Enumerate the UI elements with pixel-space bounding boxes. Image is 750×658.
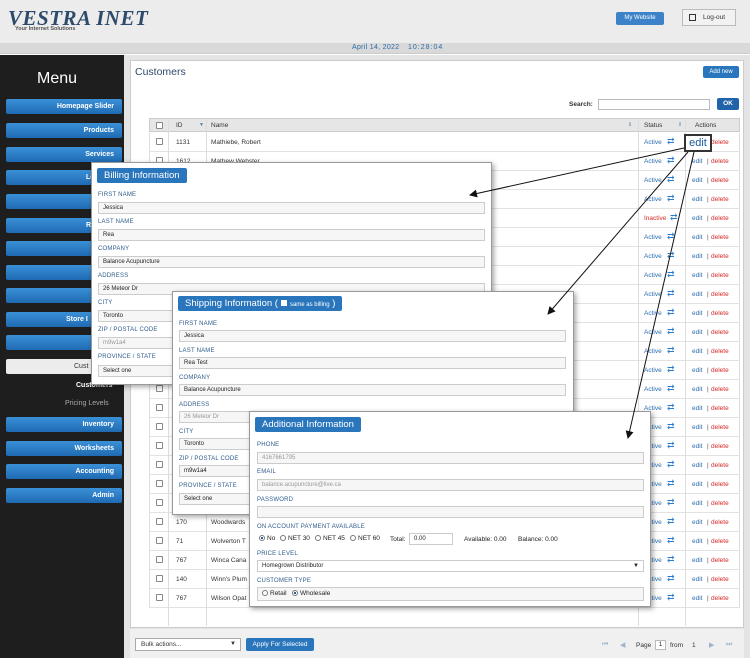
arrow-to-shipping — [547, 151, 689, 315]
callout-arrows — [469, 147, 695, 439]
arrow-to-additional — [625, 151, 695, 439]
arrow-to-billing — [469, 147, 685, 198]
